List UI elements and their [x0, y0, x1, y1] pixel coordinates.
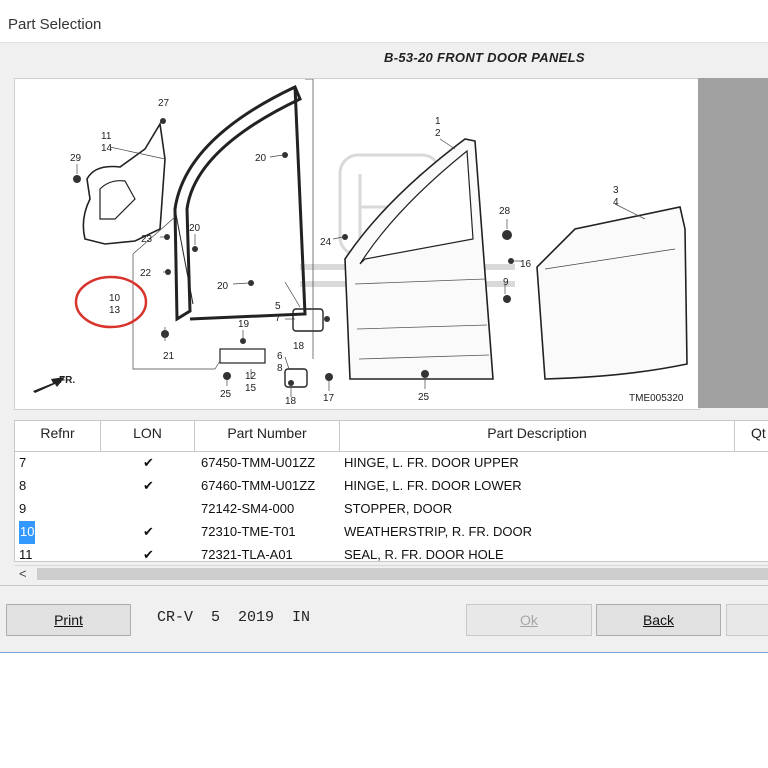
- window-title: Part Selection: [8, 16, 102, 33]
- callout-1: 1: [435, 116, 441, 127]
- table-row-selected[interactable]: 10 ✔ 72310-TME-T01 WEATHERSTRIP, R. FR. …: [15, 521, 768, 544]
- table-row[interactable]: 8 ✔ 67460-TMM-U01ZZ HINGE, L. FR. DOOR L…: [15, 475, 768, 498]
- callout-20c: 20: [217, 281, 229, 292]
- col-lon[interactable]: LON: [101, 421, 195, 451]
- callout-3: 3: [613, 185, 619, 196]
- callout-23: 23: [141, 234, 153, 245]
- callout-20a: 20: [255, 153, 267, 164]
- row-description: HINGE, L. FR. DOOR UPPER: [344, 455, 519, 470]
- callout-25a: 25: [220, 389, 232, 400]
- scrollbar-thumb[interactable]: [37, 568, 768, 580]
- col-part-number[interactable]: Part Number: [195, 421, 340, 451]
- row-part-number: 67460-TMM-U01ZZ: [201, 478, 316, 493]
- title-bar: Part Selection: [0, 0, 768, 43]
- callout-28: 28: [499, 206, 511, 217]
- callout-15: 15: [245, 383, 257, 394]
- parts-diagram-svg: 27 11 14 29 20 20 20 23 22 10 13 21 1 2 …: [33, 79, 688, 407]
- row-part-number: 72321-TLA-A01: [201, 547, 293, 562]
- callout-8: 8: [277, 363, 283, 374]
- col-refnr[interactable]: Refnr: [15, 421, 101, 451]
- row-ref: 10: [19, 521, 36, 544]
- callout-16: 16: [520, 259, 532, 270]
- callout-29: 29: [70, 153, 82, 164]
- col-part-description[interactable]: Part Description: [340, 421, 735, 451]
- table-row[interactable]: 7 ✔ 67450-TMM-U01ZZ HINGE, L. FR. DOOR U…: [15, 452, 768, 475]
- diagram-title: B-53-20 FRONT DOOR PANELS: [384, 50, 585, 65]
- part-selection-window: Part Selection B-53-20 FRONT DOOR PANELS: [0, 0, 768, 653]
- row-lon-check-icon: ✔: [143, 478, 154, 493]
- row-description: WEATHERSTRIP, R. FR. DOOR: [344, 524, 533, 539]
- scroll-left-icon[interactable]: <: [19, 566, 27, 582]
- callout-14: 14: [101, 143, 113, 154]
- print-button[interactable]: Print: [6, 604, 131, 636]
- callout-7: 7: [275, 313, 281, 324]
- callout-22: 22: [140, 268, 152, 279]
- callout-6: 6: [277, 351, 283, 362]
- weatherstrip-part: [173, 84, 302, 322]
- row-description: HINGE, L. FR. DOOR LOWER: [344, 478, 522, 493]
- row-lon-check-icon: ✔: [143, 547, 154, 562]
- outer-door-skin-part: [536, 206, 688, 380]
- next-button-partial[interactable]: [726, 604, 768, 636]
- back-button[interactable]: Back: [596, 604, 721, 636]
- table-row[interactable]: 11 ✔ 72321-TLA-A01 SEAL, R. FR. DOOR HOL…: [15, 544, 768, 567]
- diagram-code: TME005320: [629, 393, 684, 404]
- callout-25b: 25: [418, 392, 430, 403]
- door-frame-bracket-part: [82, 121, 166, 245]
- callout-21: 21: [163, 351, 175, 362]
- table-header: Refnr LON Part Number Part Description Q…: [15, 421, 768, 452]
- callout-9: 9: [503, 277, 509, 288]
- callout-17: 17: [323, 393, 335, 404]
- row-lon-check-icon: ✔: [143, 455, 154, 470]
- row-description: STOPPER, DOOR: [344, 501, 453, 516]
- row-description: SEAL, R. FR. DOOR HOLE: [344, 547, 504, 562]
- col-qty[interactable]: Qt: [735, 421, 768, 451]
- callout-4: 4: [613, 197, 619, 208]
- callout-10: 10: [109, 293, 121, 304]
- table-row[interactable]: 9 72142-SM4-000 STOPPER, DOOR: [15, 498, 768, 521]
- callout-5: 5: [275, 301, 281, 312]
- row-part-number: 72310-TME-T01: [201, 524, 296, 539]
- callout-24: 24: [320, 237, 332, 248]
- callout-11: 11: [101, 131, 112, 142]
- callout-27: 27: [158, 98, 170, 109]
- callout-18a: 18: [293, 341, 305, 352]
- callout-12: 12: [245, 371, 257, 382]
- parts-table: Refnr LON Part Number Part Description Q…: [14, 420, 768, 583]
- model-info: CR-V 5 2019 IN: [157, 609, 311, 626]
- row-ref: 11: [19, 547, 33, 562]
- ok-button[interactable]: Ok: [466, 604, 592, 636]
- callout-18b: 18: [285, 396, 297, 407]
- row-lon-check-icon: ✔: [143, 524, 154, 539]
- row-part-number: 72142-SM4-000: [201, 501, 295, 516]
- footer-divider: [0, 585, 768, 586]
- door-hinge-upper-part: [292, 308, 324, 332]
- row-ref: 8: [19, 478, 27, 493]
- callout-19: 19: [238, 319, 250, 330]
- callout-2: 2: [435, 128, 441, 139]
- direction-label: FR.: [59, 375, 75, 386]
- diagram-side-panel: [698, 78, 768, 408]
- row-ref: 9: [19, 501, 27, 516]
- row-part-number: 67450-TMM-U01ZZ: [201, 455, 316, 470]
- row-ref: 7: [19, 455, 27, 470]
- callout-20b: 20: [189, 223, 201, 234]
- parts-diagram[interactable]: 27 11 14 29 20 20 20 23 22 10 13 21 1 2 …: [14, 78, 700, 410]
- horizontal-scrollbar[interactable]: <: [15, 565, 768, 583]
- callout-13: 13: [109, 305, 121, 316]
